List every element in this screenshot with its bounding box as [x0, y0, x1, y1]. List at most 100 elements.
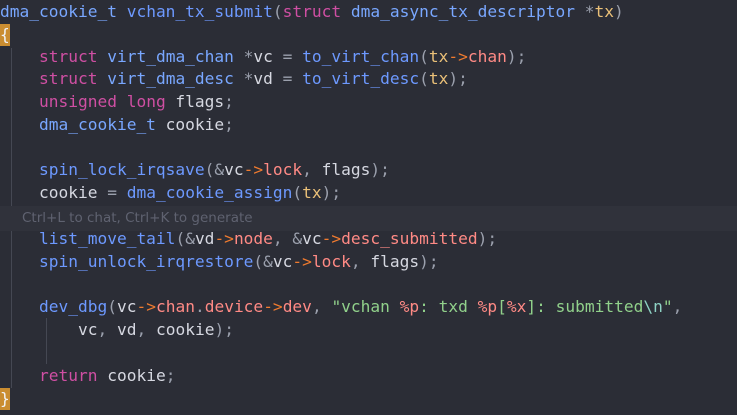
code-token: chan: [155, 297, 195, 316]
code-token: virt_dma_chan: [107, 47, 234, 66]
code-line-1[interactable]: dma_cookie_t vchan_tx_submit(struct dma_…: [0, 1, 624, 23]
code-token: lock: [311, 252, 351, 271]
code-token: dma_cookie_t: [0, 2, 117, 21]
code-token: ,: [672, 297, 683, 316]
code-token: vd: [253, 69, 273, 88]
code-line-11[interactable]: spin_unlock_irqrestore(&vc->lock, flags)…: [0, 251, 439, 273]
code-token: flags: [370, 252, 420, 271]
code-token: ,: [272, 229, 293, 248]
code-token: ->: [214, 229, 234, 248]
code-line-8[interactable]: spin_lock_irqsave(&vc->lock, flags);: [0, 159, 390, 181]
code-token: ;: [224, 92, 234, 111]
code-token: vd: [194, 229, 215, 248]
code-token: ]: submitted: [526, 297, 644, 316]
code-line-13[interactable]: dev_dbg(vc->chan.device->dev, "vchan %p:…: [0, 296, 682, 318]
code-token: (: [175, 229, 186, 248]
code-token: desc_submitted: [341, 229, 478, 248]
code-line-14[interactable]: vc, vd, cookie);: [0, 319, 234, 341]
matched-brace: {: [0, 24, 10, 46]
code-token: ;: [165, 366, 176, 385]
code-token: %x: [506, 297, 527, 316]
code-token: &: [292, 229, 303, 248]
code-token: virt_dma_desc: [107, 69, 234, 88]
code-token: : txd: [419, 297, 478, 316]
code-line-17[interactable]: }: [0, 388, 10, 410]
code-token: to_virt_desc: [302, 69, 420, 88]
code-token: tx: [302, 183, 322, 202]
code-token: struct: [38, 69, 98, 88]
code-token: =: [282, 47, 293, 66]
code-token: ): [214, 320, 225, 339]
code-token: dev_dbg: [38, 297, 108, 316]
code-line-10[interactable]: list_move_tail(&vd->node, &vc->desc_subm…: [0, 228, 497, 250]
code-token: "vchan: [331, 297, 400, 316]
code-token: ): [448, 69, 459, 88]
code-token: ->: [136, 297, 156, 316]
code-token: vc: [116, 297, 137, 316]
code-token: (: [292, 183, 303, 202]
code-line-4[interactable]: struct virt_dma_desc *vd = to_virt_desc(…: [0, 68, 468, 90]
code-token: cookie: [155, 115, 225, 134]
code-token: ->: [292, 252, 312, 271]
code-line-9[interactable]: cookie = dma_cookie_assign(tx);: [0, 182, 341, 204]
code-token: ;: [224, 115, 234, 134]
code-token: (: [107, 297, 117, 316]
code-token: vc: [302, 229, 322, 248]
code-token: tx: [428, 69, 449, 88]
code-token: *: [584, 2, 595, 21]
code-token: ): [614, 2, 624, 21]
code-token: .: [194, 297, 205, 316]
code-token: vc: [224, 160, 244, 179]
code-line-16[interactable]: return cookie;: [0, 365, 175, 387]
code-token: [: [497, 297, 507, 316]
code-token: ): [321, 183, 332, 202]
code-token: tx: [428, 47, 449, 66]
code-token: struct: [38, 47, 98, 66]
code-token: ;: [487, 229, 498, 248]
code-token: =: [97, 183, 127, 202]
code-token: dma_cookie_t: [38, 115, 156, 134]
code-token: vc: [77, 320, 98, 339]
code-token: ,: [97, 320, 117, 339]
code-line-5[interactable]: unsigned long flags;: [0, 91, 234, 113]
code-token: ,: [311, 297, 332, 316]
code-token: vd: [116, 320, 137, 339]
code-editor[interactable]: Ctrl+L to chat, Ctrl+K to generate dma_c…: [0, 0, 737, 415]
code-line-6[interactable]: dma_cookie_t cookie;: [0, 114, 234, 136]
code-token: ): [506, 47, 517, 66]
code-token: ": [662, 297, 673, 316]
code-token: ,: [136, 320, 156, 339]
code-token: *: [243, 69, 254, 88]
code-token: device: [204, 297, 264, 316]
code-token: ->: [243, 160, 264, 179]
code-token: &: [263, 252, 273, 271]
code-token: ->: [321, 229, 342, 248]
code-token: vc: [253, 47, 273, 66]
code-token: vc: [272, 252, 293, 271]
code-line-2[interactable]: {: [0, 24, 10, 46]
code-line-3[interactable]: struct virt_dma_chan *vc = to_virt_chan(…: [0, 46, 526, 68]
code-token: dev: [282, 297, 312, 316]
code-token: (: [253, 252, 264, 271]
code-token: *: [243, 47, 254, 66]
code-token: &: [214, 160, 225, 179]
matched-brace: }: [0, 388, 10, 410]
code-token: ): [477, 229, 488, 248]
code-token: ;: [516, 47, 527, 66]
code-token: %p: [477, 297, 498, 316]
code-token: list_move_tail: [38, 229, 176, 248]
code-token: flags: [165, 92, 225, 111]
